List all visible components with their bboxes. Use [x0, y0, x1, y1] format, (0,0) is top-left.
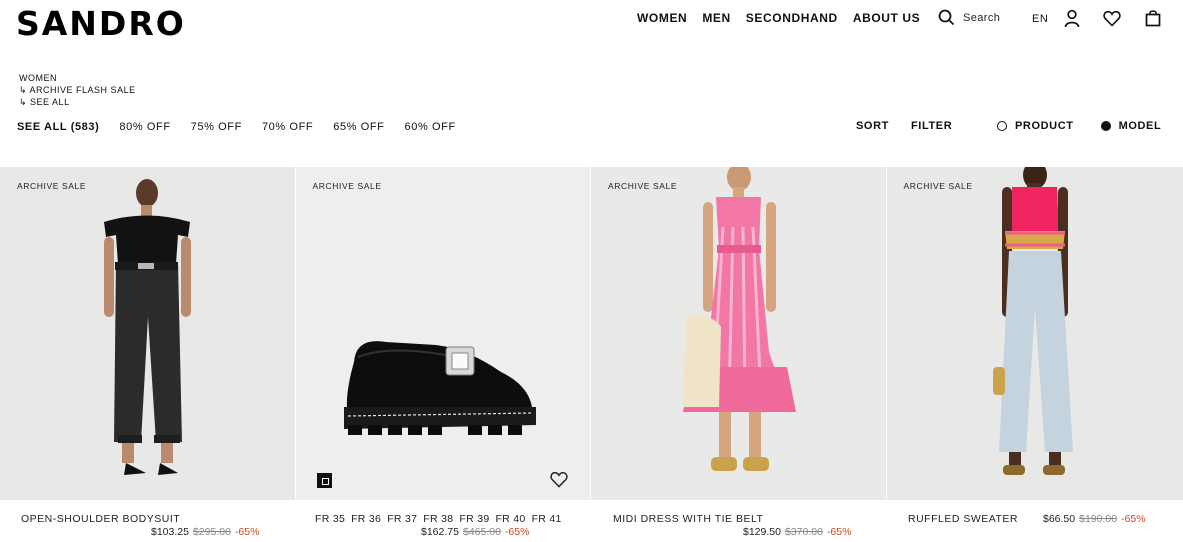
size-option[interactable]: FR 38	[423, 513, 453, 525]
search-button[interactable]: Search	[938, 9, 1000, 26]
view-product-label: PRODUCT	[1015, 120, 1074, 132]
discount-badge: -65%	[234, 526, 260, 538]
product-image	[0, 167, 295, 500]
nav-women[interactable]: WOMEN	[637, 11, 687, 25]
filter-button[interactable]: FILTER	[911, 120, 952, 132]
breadcrumb-archive-flash-sale[interactable]: ↳ ARCHIVE FLASH SALE	[19, 84, 136, 96]
filter-65-off[interactable]: 65% OFF	[333, 121, 384, 133]
breadcrumb-see-all[interactable]: ↳ SEE ALL	[19, 96, 136, 108]
product-info-1: OPEN-SHOULDER BODYSUIT $103.25 $295.00 -65…	[0, 500, 295, 542]
product-name[interactable]: RUFFLED SWEATER	[908, 513, 1018, 525]
product-tag: ARCHIVE SALE	[312, 181, 382, 191]
product-info-2: FR 35 FR 36 FR 37 FR 38 FR 39 FR 40 FR 41 $162…	[296, 500, 591, 542]
view-model-radio[interactable]: MODEL	[1100, 120, 1162, 132]
size-option[interactable]: FR 41	[532, 513, 562, 525]
product-tag: ARCHIVE SALE	[17, 181, 87, 191]
size-option[interactable]: FR 40	[495, 513, 525, 525]
original-price: $295.00	[192, 526, 231, 538]
breadcrumb: WOMEN ↳ ARCHIVE FLASH SALE ↳ SEE ALL	[19, 72, 136, 108]
heart-icon[interactable]	[1103, 10, 1121, 27]
product-card-3[interactable]: ARCHIVE SALE	[591, 167, 886, 500]
product-card-2[interactable]: ARCHIVE SALE	[295, 167, 590, 500]
product-tag: ARCHIVE SALE	[903, 181, 973, 191]
view-toggle: PRODUCT MODEL	[997, 120, 1161, 132]
product-card-1[interactable]: ARCHIVE SALE	[0, 167, 295, 500]
filter-70-off[interactable]: 70% OFF	[262, 121, 313, 133]
product-info-4: RUFFLED SWEATER $66.50 $190.00 -65%	[888, 500, 1183, 542]
search-label: Search	[963, 11, 1001, 24]
bag-icon[interactable]	[1145, 9, 1161, 27]
main-nav: WOMEN MEN SECONDHAND ABOUT US	[637, 11, 920, 25]
size-option[interactable]: FR 36	[351, 513, 381, 525]
sale-price: $103.25	[151, 526, 189, 538]
sale-price: $129.50	[743, 526, 781, 538]
size-option[interactable]: FR 37	[387, 513, 417, 525]
wishlist-icon[interactable]	[550, 471, 568, 488]
language-selector[interactable]: EN	[1032, 13, 1048, 25]
sale-price: $162.75	[421, 526, 459, 538]
original-price: $190.00	[1079, 513, 1118, 525]
product-name[interactable]: OPEN-SHOULDER BODYSUIT	[21, 513, 180, 525]
discount-filters: SEE ALL (583) 80% OFF 75% OFF 70% OFF 65…	[17, 121, 456, 133]
nav-secondhand[interactable]: SECONDHAND	[746, 11, 838, 25]
product-price: $66.50 $190.00 -65%	[1043, 513, 1146, 525]
color-swatch-icon[interactable]	[316, 473, 332, 488]
product-card-4[interactable]: ARCHIVE SALE	[886, 167, 1183, 500]
filter-see-all[interactable]: SEE ALL (583)	[17, 121, 99, 133]
view-product-radio[interactable]: PRODUCT	[997, 120, 1074, 132]
product-price: $129.50 $370.00 -65%	[743, 526, 851, 538]
size-option[interactable]: FR 39	[459, 513, 489, 525]
nav-men[interactable]: MEN	[702, 11, 730, 25]
product-grid: ARCHIVE SALE ARCHIVE SALE ARCHIVE SALE A…	[0, 167, 1183, 500]
filter-80-off[interactable]: 80% OFF	[119, 121, 170, 133]
account-icon[interactable]	[1064, 9, 1080, 28]
discount-badge: -65%	[1121, 513, 1146, 525]
nav-about-us[interactable]: ABOUT US	[853, 11, 920, 25]
filter-60-off[interactable]: 60% OFF	[405, 121, 456, 133]
radio-selected-icon	[1100, 121, 1111, 131]
product-image	[886, 167, 1183, 500]
product-name[interactable]: MIDI DRESS WITH TIE BELT	[613, 513, 763, 525]
original-price: $370.00	[784, 526, 823, 538]
size-option[interactable]: FR 35	[315, 513, 345, 525]
sort-filter-bar: SORT FILTER	[856, 120, 952, 132]
view-model-label: MODEL	[1118, 120, 1162, 132]
product-image	[295, 167, 590, 500]
radio-icon	[997, 121, 1007, 131]
product-price: $162.75 $465.00 -65%	[421, 526, 529, 538]
discount-badge: -65%	[504, 526, 530, 538]
product-price: $103.25 $295.00 -65%	[151, 526, 259, 538]
product-image	[591, 167, 886, 500]
search-icon	[938, 9, 955, 26]
size-selector: FR 35 FR 36 FR 37 FR 38 FR 39 FR 40 FR 41	[315, 513, 568, 525]
sale-price: $66.50	[1043, 513, 1076, 525]
product-info-3: MIDI DRESS WITH TIE BELT $129.50 $370.00-…	[592, 500, 887, 542]
sort-button[interactable]: SORT	[856, 120, 889, 132]
brand-logo[interactable]: SANDRO	[16, 4, 186, 43]
breadcrumb-women[interactable]: WOMEN	[19, 72, 136, 84]
filter-75-off[interactable]: 75% OFF	[191, 121, 242, 133]
discount-badge: -65%	[826, 526, 852, 538]
original-price: $465.00	[462, 526, 501, 538]
product-tag: ARCHIVE SALE	[608, 181, 678, 191]
